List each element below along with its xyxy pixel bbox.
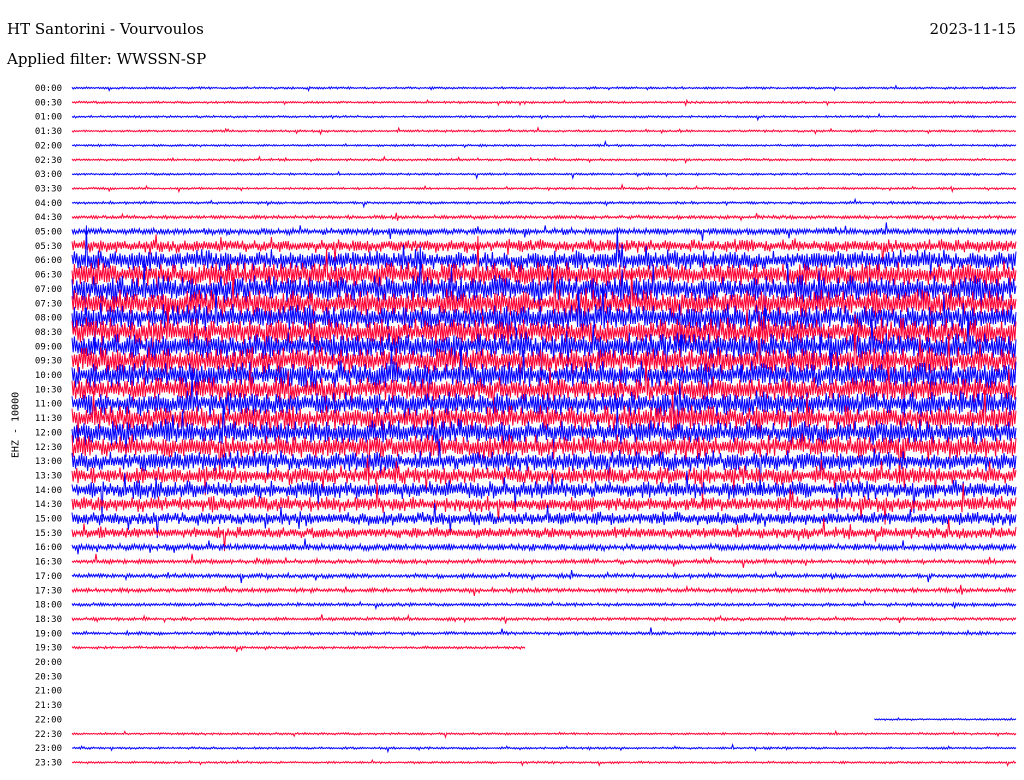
time-tick-label: 13:00 bbox=[35, 457, 62, 467]
seismic-trace bbox=[71, 155, 1017, 165]
time-tick-label: 23:00 bbox=[35, 744, 62, 754]
time-tick-label: 18:00 bbox=[35, 601, 62, 611]
time-tick-label: 15:00 bbox=[35, 515, 62, 525]
time-tick-label: 06:30 bbox=[35, 271, 62, 281]
time-tick-label: 20:30 bbox=[35, 672, 62, 682]
seismic-trace bbox=[71, 758, 1017, 768]
time-tick-label: 09:30 bbox=[35, 357, 62, 367]
time-tick-label: 05:00 bbox=[35, 228, 62, 238]
time-tick-label: 08:00 bbox=[35, 314, 62, 324]
seismic-trace bbox=[71, 98, 1017, 107]
seismic-trace bbox=[71, 645, 526, 653]
seismogram-plot: 00:00 00:30 01:00 01:30 02:00 02:30 03:00 03:30… bbox=[35, 84, 1017, 768]
time-tick-label: 21:00 bbox=[35, 687, 62, 697]
time-tick-label: 20:00 bbox=[35, 658, 62, 668]
seismic-trace bbox=[71, 197, 1017, 209]
time-tick-label: 17:30 bbox=[35, 586, 62, 596]
time-tick-label: 00:00 bbox=[35, 84, 62, 94]
time-tick-label: 21:30 bbox=[35, 701, 62, 711]
seismic-trace bbox=[71, 170, 1017, 180]
time-tick-label: 02:00 bbox=[35, 141, 62, 151]
time-tick-label: 22:30 bbox=[35, 730, 62, 740]
seismic-trace bbox=[71, 139, 1017, 149]
time-tick-label: 16:30 bbox=[35, 558, 62, 568]
seismic-trace bbox=[71, 570, 1017, 584]
time-tick-label: 14:30 bbox=[35, 500, 62, 510]
time-tick-label: 07:00 bbox=[35, 285, 62, 295]
time-tick-label: 11:30 bbox=[35, 414, 62, 424]
time-tick-label: 05:30 bbox=[35, 242, 62, 252]
seismic-trace bbox=[71, 538, 1017, 555]
seismic-trace bbox=[874, 717, 1017, 722]
time-tick-label: 00:30 bbox=[35, 98, 62, 108]
time-tick-label: 03:00 bbox=[35, 170, 62, 180]
seismic-trace bbox=[71, 584, 1017, 596]
seismic-trace bbox=[71, 627, 1017, 637]
time-tick-label: 11:00 bbox=[35, 400, 62, 410]
time-tick-label: 02:30 bbox=[35, 156, 62, 166]
time-tick-label: 16:00 bbox=[35, 543, 62, 553]
time-tick-label: 17:00 bbox=[35, 572, 62, 582]
seismic-trace bbox=[71, 222, 1017, 241]
time-tick-label: 08:30 bbox=[35, 328, 62, 338]
seismic-trace bbox=[71, 553, 1017, 568]
seismic-trace bbox=[71, 183, 1017, 194]
time-tick-label: 09:00 bbox=[35, 342, 62, 352]
seismic-trace bbox=[71, 84, 1017, 92]
time-tick-label: 06:00 bbox=[35, 256, 62, 266]
seismic-trace bbox=[71, 599, 1017, 611]
seismic-trace bbox=[71, 743, 1017, 754]
tick-label-group: 00:00 00:30 01:00 01:30 02:00 02:30 03:00 03:30… bbox=[35, 84, 62, 768]
time-tick-label: 10:00 bbox=[35, 371, 62, 381]
time-tick-label: 14:00 bbox=[35, 486, 62, 496]
time-tick-label: 18:30 bbox=[35, 615, 62, 625]
time-tick-label: 04:00 bbox=[35, 199, 62, 209]
time-tick-label: 22:00 bbox=[35, 715, 62, 725]
seismic-trace bbox=[71, 212, 1017, 222]
seismic-trace bbox=[71, 126, 1017, 136]
time-tick-label: 10:30 bbox=[35, 385, 62, 395]
time-tick-label: 19:30 bbox=[35, 644, 62, 654]
time-tick-label: 01:30 bbox=[35, 127, 62, 137]
time-tick-label: 01:00 bbox=[35, 113, 62, 123]
time-tick-label: 07:30 bbox=[35, 299, 62, 309]
time-tick-label: 23:30 bbox=[35, 758, 62, 768]
seismic-trace bbox=[71, 613, 1017, 624]
seismic-trace bbox=[71, 112, 1017, 122]
time-tick-label: 19:00 bbox=[35, 629, 62, 639]
time-tick-label: 04:30 bbox=[35, 213, 62, 223]
time-tick-label: 13:30 bbox=[35, 471, 62, 481]
time-tick-label: 03:30 bbox=[35, 184, 62, 194]
seismic-trace bbox=[71, 729, 1017, 739]
time-tick-label: 12:30 bbox=[35, 443, 62, 453]
time-tick-label: 12:00 bbox=[35, 428, 62, 438]
trace-group bbox=[71, 84, 1017, 768]
time-tick-label: 15:30 bbox=[35, 529, 62, 539]
